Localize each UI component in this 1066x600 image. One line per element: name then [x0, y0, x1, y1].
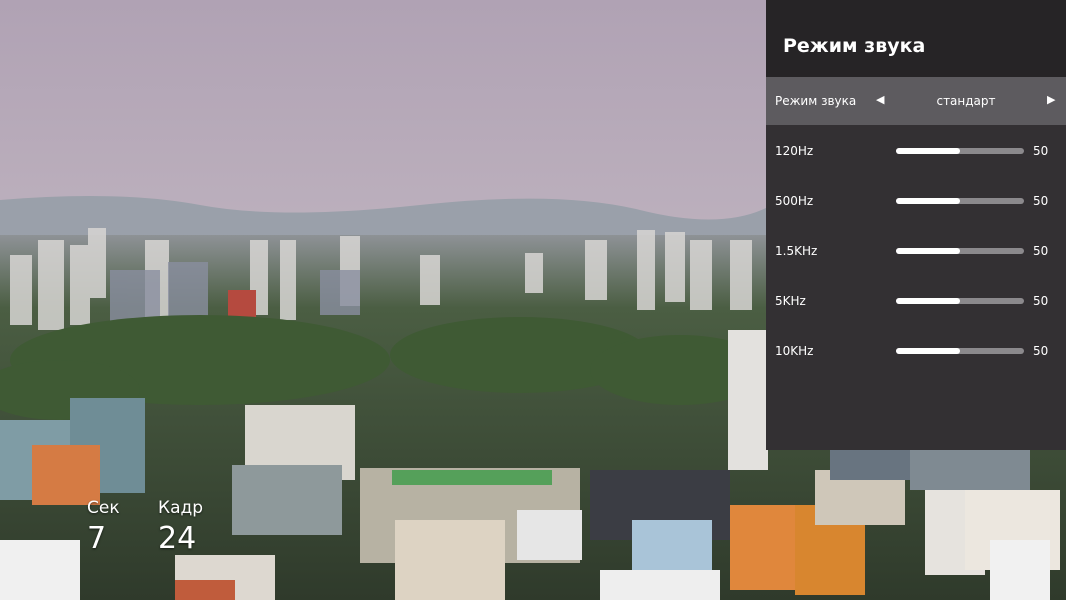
seconds-counter: Сек 7 — [87, 498, 120, 556]
band-value: 50 — [1033, 194, 1049, 208]
band-value: 50 — [1033, 244, 1049, 258]
band-slider[interactable] — [896, 298, 1024, 304]
band-label: 1.5KHz — [775, 244, 818, 258]
band-value: 50 — [1033, 294, 1049, 308]
frame-value: 24 — [158, 521, 197, 556]
equalizer-band-row: 10KHz 50 — [766, 325, 1066, 375]
seconds-value: 7 — [87, 521, 107, 556]
band-slider-fill — [896, 248, 960, 254]
band-label: 10KHz — [775, 344, 814, 358]
band-value: 50 — [1033, 144, 1049, 158]
equalizer-band-row: 120Hz 50 — [766, 125, 1066, 175]
seconds-label: Сек — [87, 498, 120, 518]
panel-title: Режим звука — [783, 35, 926, 57]
sound-mode-value: стандарт — [936, 94, 996, 108]
band-slider-fill — [896, 348, 960, 354]
sound-mode-label: Режим звука — [775, 94, 857, 108]
band-slider[interactable] — [896, 348, 1024, 354]
band-label: 120Hz — [775, 144, 814, 158]
band-slider-fill — [896, 298, 960, 304]
band-slider[interactable] — [896, 148, 1024, 154]
equalizer-band-row: 5KHz 50 — [766, 275, 1066, 325]
equalizer-band-row: 1.5KHz 50 — [766, 225, 1066, 275]
band-slider[interactable] — [896, 198, 1024, 204]
frame-counter: Кадр 24 — [158, 498, 203, 556]
equalizer-band-row: 500Hz 50 — [766, 175, 1066, 225]
equalizer-bands: 120Hz 50 500Hz 50 1.5KHz 50 5KHz 50 10KHz 50 — [766, 125, 1066, 375]
band-slider-fill — [896, 198, 960, 204]
band-slider-fill — [896, 148, 960, 154]
band-value: 50 — [1033, 344, 1049, 358]
sound-mode-panel: Режим звука Режим звука ◀ стандарт ▶ 120… — [766, 0, 1066, 450]
panel-header: Режим звука — [766, 0, 1066, 77]
frame-label: Кадр — [158, 498, 204, 518]
sound-mode-selector[interactable]: Режим звука ◀ стандарт ▶ — [766, 77, 1066, 125]
band-label: 5KHz — [775, 294, 806, 308]
band-slider[interactable] — [896, 248, 1024, 254]
band-label: 500Hz — [775, 194, 814, 208]
triangle-right-icon[interactable]: ▶ — [1047, 93, 1055, 106]
triangle-left-icon[interactable]: ◀ — [876, 93, 884, 106]
